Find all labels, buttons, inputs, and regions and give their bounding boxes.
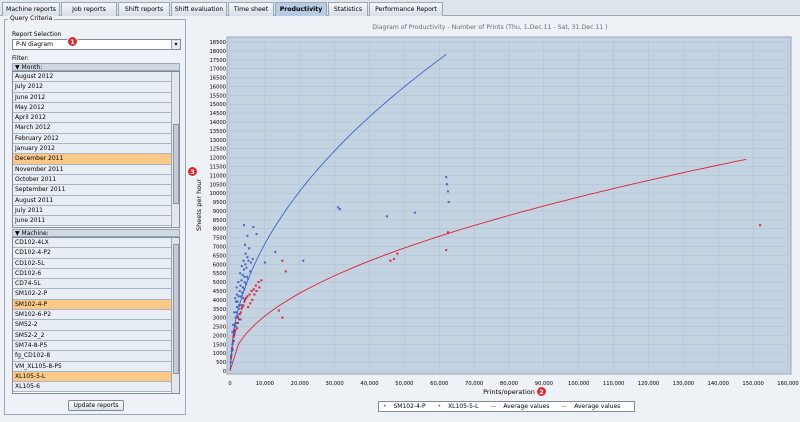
- machine-list-item[interactable]: XL105-5-L: [13, 371, 179, 383]
- legend-item-xl105: • XL105-5-L: [437, 403, 479, 410]
- month-list-item[interactable]: June 2012: [13, 92, 179, 103]
- report-selection-value: P-N diagram: [16, 41, 53, 48]
- month-list-item[interactable]: August 2011: [13, 195, 179, 206]
- legend-item-sm102: • SM102-4-P: [383, 403, 426, 410]
- legend-item-avg-blue: — Average values: [561, 403, 621, 410]
- annotation-badge-1: 1: [67, 36, 78, 47]
- report-selection-dropdown[interactable]: P-N diagram ▾: [12, 39, 181, 50]
- month-list-item[interactable]: July 2011: [13, 205, 179, 217]
- month-group-header[interactable]: ▼ Month:: [12, 63, 180, 71]
- month-list[interactable]: August 2012 July 2012 June 2012 May 2012 Apr…: [12, 71, 180, 228]
- machine-list-item[interactable]: SM102-2-P: [13, 289, 179, 300]
- update-reports-button[interactable]: Update reports: [68, 400, 124, 411]
- month-list-scrollbar[interactable]: [171, 72, 179, 227]
- month-list-item[interactable]: November 2011: [13, 164, 179, 175]
- machine-list-item[interactable]: CD102-6: [13, 268, 179, 280]
- machine-list-item[interactable]: SM74-8-P5: [13, 340, 179, 352]
- machine-list-item[interactable]: SM102-4-P: [13, 299, 179, 311]
- month-list-item[interactable]: December 2011: [13, 154, 179, 165]
- tab-performance-report[interactable]: Performance Report: [369, 2, 443, 16]
- tab-statistics[interactable]: Statistics: [328, 2, 368, 16]
- month-list-item[interactable]: October 2011: [13, 174, 179, 186]
- tab-job-reports[interactable]: Job reports: [61, 2, 117, 16]
- machine-list-item[interactable]: SM52-2_2: [13, 330, 179, 341]
- query-criteria-title: Query Criteria: [8, 15, 55, 22]
- month-list-item[interactable]: September 2011: [13, 185, 179, 196]
- chart-title: Diagram of Productivity - Number of Prin…: [372, 24, 608, 31]
- machine-list-item[interactable]: CD74-5L: [13, 279, 179, 290]
- machine-list-item[interactable]: SM102-6-P2: [13, 310, 179, 321]
- machine-list-item[interactable]: CD102-4-P2: [13, 248, 179, 259]
- tab-shift-evaluation[interactable]: Shift evaluation: [171, 2, 227, 16]
- machine-group-label: Machine:: [21, 230, 49, 237]
- month-scroll-thumb[interactable]: [173, 124, 179, 204]
- chart-legend: • SM102-4-P • XL105-5-L — Average values…: [378, 401, 636, 412]
- tab-shift-reports[interactable]: Shift reports: [118, 2, 170, 16]
- annotation-badge-3: 3: [187, 166, 198, 177]
- chart-panel: [189, 17, 796, 418]
- tab-time-sheet[interactable]: Time sheet: [228, 2, 274, 16]
- machine-list-item[interactable]: CD102-4LX: [13, 238, 179, 249]
- tab-bar: Machine reports Job reports Shift report…: [0, 0, 800, 16]
- legend-item-avg-red: — Average values: [490, 403, 550, 410]
- tab-productivity[interactable]: Productivity: [275, 2, 327, 16]
- machine-list-scrollbar[interactable]: [171, 238, 179, 393]
- month-list-item[interactable]: July 2012: [13, 82, 179, 93]
- month-list-item[interactable]: May 2012: [13, 102, 179, 114]
- month-list-item[interactable]: August 2012: [13, 72, 179, 83]
- annotation-badge-2: 2: [536, 386, 547, 397]
- machine-list-item[interactable]: XL105-6: [13, 382, 179, 393]
- month-list-item[interactable]: March 2012: [13, 123, 179, 134]
- month-list-item[interactable]: January 2012: [13, 144, 179, 155]
- chevron-down-icon[interactable]: ▾: [171, 40, 180, 49]
- machine-list-item[interactable]: fg_CD102-8: [13, 351, 179, 362]
- month-group-label: Month:: [21, 64, 43, 71]
- machine-list[interactable]: CD102-4LX CD102-4-P2 CD102-5L CD102-6 CD74-5…: [12, 237, 180, 394]
- filter-label: Filter:: [12, 55, 29, 62]
- tab-machine-reports[interactable]: Machine reports: [2, 2, 60, 16]
- machine-list-item[interactable]: VM_XL105-8-P5: [13, 361, 179, 372]
- month-list-item[interactable]: February 2012: [13, 133, 179, 145]
- machine-list-item[interactable]: CD102-5L: [13, 258, 179, 269]
- report-selection-label: Report Selection: [12, 31, 62, 38]
- machine-list-item[interactable]: SM52-2: [13, 320, 179, 331]
- machine-group-header[interactable]: ▼ Machine:: [12, 229, 180, 237]
- machine-scroll-thumb[interactable]: [173, 244, 179, 374]
- month-list-item[interactable]: June 2011: [13, 216, 179, 227]
- month-list-item[interactable]: April 2012: [13, 113, 179, 124]
